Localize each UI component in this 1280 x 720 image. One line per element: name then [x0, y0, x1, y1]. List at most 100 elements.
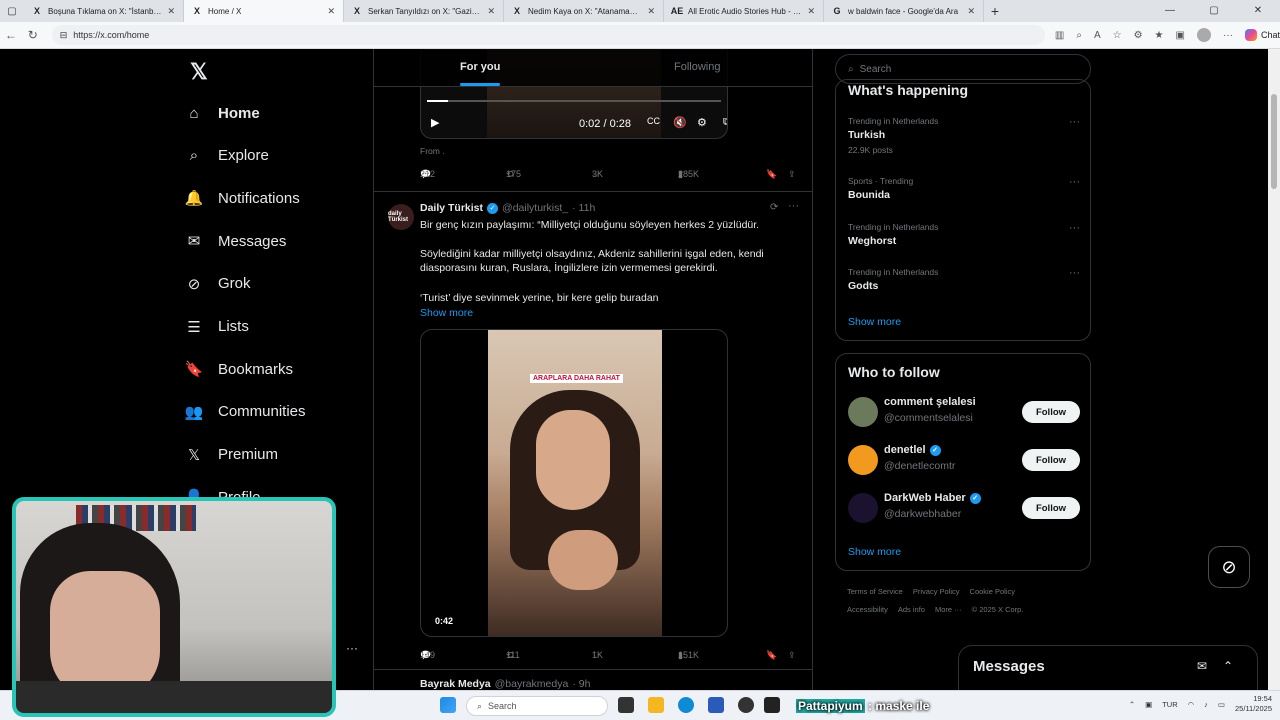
avatar[interactable]: [848, 493, 878, 523]
page-scrollbar[interactable]: [1268, 49, 1280, 690]
bookmark-icon[interactable]: 🔖: [766, 169, 777, 180]
post-time[interactable]: · 11h: [572, 202, 595, 214]
post-time[interactable]: · 9h: [572, 678, 590, 690]
suggestion-name[interactable]: DarkWeb Haber: [884, 492, 966, 504]
scrollbar-thumb[interactable]: [1271, 94, 1277, 189]
grok-floating-button[interactable]: ⊘: [1208, 546, 1250, 588]
trend-more-icon[interactable]: ···: [1069, 267, 1080, 279]
tab-close-icon[interactable]: ✕: [487, 6, 495, 17]
author-name[interactable]: Daily Türkist: [420, 202, 483, 214]
nav-item-notifications[interactable]: 🔔 Notifications: [184, 188, 300, 208]
trend-more-icon[interactable]: ···: [1069, 222, 1080, 234]
site-info-icon[interactable]: ⊟: [60, 30, 68, 41]
follow-show-more[interactable]: Show more: [848, 546, 901, 558]
x-logo-icon[interactable]: 𝕏: [190, 59, 208, 85]
back-button[interactable]: ←: [0, 28, 22, 42]
battery-icon[interactable]: ▭: [1218, 700, 1225, 709]
footer-privacy[interactable]: Privacy Policy: [913, 587, 960, 596]
tab-close-icon[interactable]: ✕: [967, 6, 975, 17]
trend-item[interactable]: Trending in Netherlands Turkish 22.9K post…: [848, 116, 1080, 155]
url-field[interactable]: ⊟ https://x.com/home: [51, 25, 1045, 45]
tab-close-icon[interactable]: ✕: [167, 6, 175, 17]
messages-drawer[interactable]: Messages ✉ ⌃: [958, 645, 1258, 690]
edge-icon[interactable]: [678, 697, 694, 713]
grok-explain-icon[interactable]: ⟳: [770, 202, 778, 213]
trend-more-icon[interactable]: ···: [1069, 116, 1080, 128]
author-handle[interactable]: @bayrakmedya: [495, 678, 569, 690]
captions-icon[interactable]: CC: [647, 116, 660, 126]
trend-more-icon[interactable]: ···: [1069, 176, 1080, 188]
post[interactable]: Bayrak Medya @bayrakmedya · 9h: [374, 669, 812, 690]
store-icon[interactable]: [708, 697, 724, 713]
mute-icon[interactable]: 🔇: [673, 116, 687, 129]
footer-cookie[interactable]: Cookie Policy: [970, 587, 1015, 596]
tab-close-icon[interactable]: ✕: [807, 6, 815, 17]
follow-button[interactable]: Follow: [1022, 497, 1080, 519]
avatar[interactable]: [848, 445, 878, 475]
tray-app-icon[interactable]: ▣: [1145, 700, 1152, 709]
trends-show-more[interactable]: Show more: [848, 316, 901, 328]
tab-close-icon[interactable]: ✕: [647, 6, 655, 17]
settings-icon[interactable]: ⚙: [697, 116, 707, 129]
suggestion-name[interactable]: denetlel: [884, 444, 926, 456]
read-aloud-icon[interactable]: A: [1094, 30, 1101, 41]
file-explorer-icon[interactable]: [648, 697, 664, 713]
avatar[interactable]: [848, 397, 878, 427]
post-video[interactable]: ARAPLARA DAHA RAHAT 0:42: [420, 329, 728, 637]
tab-actions-icon[interactable]: ▢: [0, 6, 24, 17]
new-message-icon[interactable]: ✉: [1197, 659, 1207, 673]
follow-suggestion[interactable]: DarkWeb Haber ✓ @darkwebhaber Follow: [848, 490, 1080, 526]
tab-close-icon[interactable]: ✕: [327, 6, 335, 17]
nav-item-bookmarks[interactable]: 🔖 Bookmarks: [184, 359, 293, 379]
refresh-button[interactable]: ↻: [22, 28, 44, 42]
extensions-icon[interactable]: ⚙: [1134, 30, 1143, 41]
follow-button[interactable]: Follow: [1022, 449, 1080, 471]
pip-icon[interactable]: ⧉: [723, 116, 727, 129]
wifi-icon[interactable]: ◠: [1188, 700, 1195, 709]
browser-tab[interactable]: Gw baldwin face - Google'da Ara ✕: [824, 0, 984, 22]
app-icon[interactable]: [764, 697, 780, 713]
favorites-icon[interactable]: ★: [1155, 30, 1164, 41]
tab-for-you[interactable]: For you: [460, 61, 500, 73]
browser-tab[interactable]: X Serkan Tanyıldızı on X: "Gaziosma ✕: [344, 0, 504, 22]
task-view-icon[interactable]: [618, 697, 634, 713]
video-progress-bar[interactable]: [427, 100, 721, 102]
nav-item-messages[interactable]: ✉ Messages: [184, 231, 287, 251]
browser-tab[interactable]: X Home / X ✕: [184, 0, 344, 22]
minimize-button[interactable]: —: [1148, 0, 1192, 22]
trend-item[interactable]: Trending in Netherlands Weghorst ···: [848, 222, 1080, 247]
follow-button[interactable]: Follow: [1022, 401, 1080, 423]
trend-item[interactable]: Sports · Trending Bounida ···: [848, 176, 1080, 201]
tab-following[interactable]: Following: [674, 61, 720, 73]
nav-item-explore[interactable]: ⌕ Explore: [184, 146, 269, 166]
author-handle[interactable]: @dailyturkist_: [502, 202, 568, 214]
profile-avatar[interactable]: [1196, 28, 1211, 42]
expand-icon[interactable]: ⌃: [1223, 659, 1233, 673]
favorite-star-icon[interactable]: ☆: [1113, 30, 1122, 41]
taskbar-search[interactable]: ⌕ Search: [466, 696, 608, 716]
nav-item-premium[interactable]: 𝕏 Premium: [184, 445, 278, 465]
post[interactable]: daily Türkist Daily Türkist ✓ @dailyturk…: [374, 191, 812, 669]
browser-tab[interactable]: AE All Erotic Audio Stories Hub - Lite ✕: [664, 0, 824, 22]
maximize-button[interactable]: ▢: [1192, 0, 1236, 22]
copilot-chat-button[interactable]: Chat: [1244, 29, 1280, 41]
footer-ads[interactable]: Ads info: [898, 605, 925, 614]
language-indicator[interactable]: TUR: [1162, 700, 1177, 709]
nav-item-home[interactable]: ⌂ Home: [184, 103, 259, 123]
post-more-icon[interactable]: ···: [788, 200, 799, 212]
trend-item[interactable]: Trending in Netherlands Godts ···: [848, 267, 1080, 292]
start-menu-icon[interactable]: [440, 697, 456, 713]
suggestion-name[interactable]: comment şelalesi: [884, 396, 976, 408]
share-icon[interactable]: ⇪: [788, 650, 796, 661]
author-name[interactable]: Bayrak Medya: [420, 678, 491, 690]
zoom-icon[interactable]: ⌕: [1076, 30, 1082, 41]
account-more-icon[interactable]: ···: [346, 641, 358, 655]
footer-terms[interactable]: Terms of Service: [847, 587, 903, 596]
close-window-button[interactable]: ✕: [1236, 0, 1280, 22]
app-icon[interactable]: [738, 697, 754, 713]
follow-suggestion[interactable]: denetlel ✓ @denetlecomtr Follow: [848, 442, 1080, 478]
share-icon[interactable]: ⇪: [788, 169, 796, 180]
volume-icon[interactable]: ♪: [1204, 700, 1208, 709]
bookmark-icon[interactable]: 🔖: [766, 650, 777, 661]
show-more-link[interactable]: Show more: [420, 306, 800, 320]
